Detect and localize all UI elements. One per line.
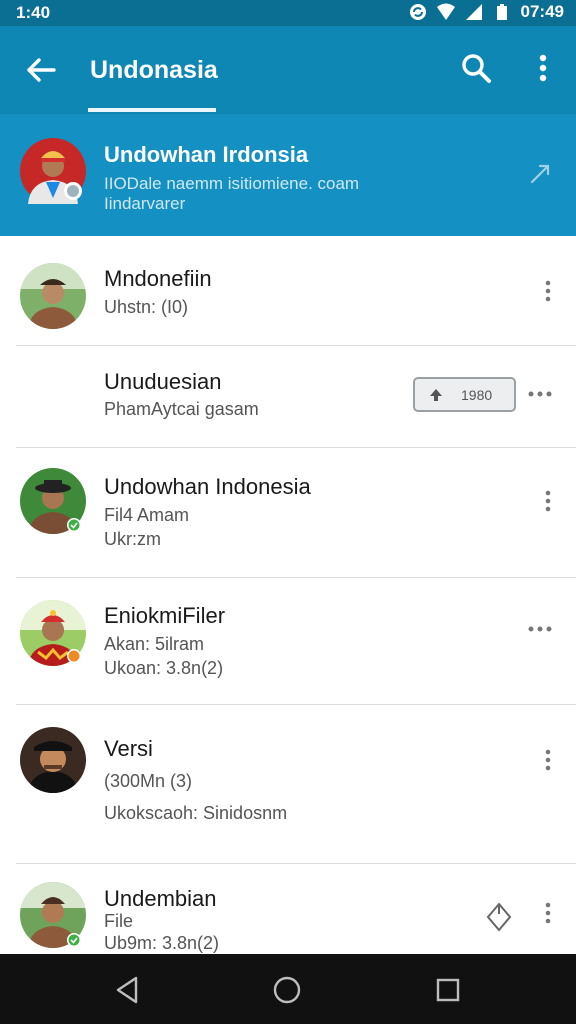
upload-icon	[430, 388, 442, 401]
list-item[interactable]: Undembian File Ub9m: 3.8n(2)	[0, 864, 576, 954]
chevron-right-icon[interactable]	[528, 160, 552, 186]
more-horiz-icon[interactable]	[527, 624, 553, 634]
back-arrow-icon[interactable]	[20, 50, 60, 90]
status-icons: 07:49	[409, 2, 564, 22]
contact-detail-2: Ukr:zm	[104, 529, 161, 549]
more-vert-icon[interactable]	[543, 280, 553, 302]
system-nav-bar	[0, 954, 576, 1024]
tag-icon[interactable]	[486, 902, 512, 932]
contact-detail: Fil4 Amam	[104, 505, 190, 525]
contact-detail: File	[104, 911, 134, 931]
contact-name: Mndonefiin	[104, 266, 212, 291]
avatar	[20, 600, 86, 666]
list-item[interactable]: EniokmiFiler Akan: 5ilram Ukoan: 3.8n(2)	[0, 578, 576, 705]
avatar	[20, 138, 86, 204]
contact-detail-2: Ukokscaoh: Sinidosnm	[104, 803, 288, 823]
contact-detail-2: Ukoan: 3.8n(2)	[104, 658, 224, 678]
featured-subtitle: IIODale naemm isitiomiene. coam	[104, 174, 360, 193]
contact-detail: PhamAytcai gasam	[104, 399, 259, 419]
sync-icon	[409, 4, 426, 20]
contact-name: EniokmiFiler	[104, 603, 226, 628]
contact-detail: Uhstn: (I0)	[104, 297, 189, 317]
contact-name: Versi	[104, 736, 153, 761]
contact-name: Undowhan Indonesia	[104, 474, 311, 499]
contact-detail: (300Mn (3)	[104, 771, 193, 791]
status-bar: 1:40 07:49	[0, 0, 576, 26]
avatar	[20, 263, 86, 329]
avatar	[20, 882, 86, 948]
contact-detail: Akan: 5ilram	[104, 634, 205, 654]
contact-name: Undembian	[104, 886, 217, 911]
more-vert-icon[interactable]	[543, 749, 553, 771]
contact-detail-2: Ub9m: 3.8n(2)	[104, 933, 220, 953]
contact-name: Unuduesian	[104, 369, 222, 394]
count-chip-value: 1980	[461, 386, 493, 403]
more-vert-icon[interactable]	[528, 48, 558, 88]
list-item[interactable]: Undowhan Indonesia Fil4 Amam Ukr:zm	[0, 448, 576, 578]
app-bar: Undonasia	[0, 26, 576, 114]
signal-icon	[465, 4, 482, 20]
more-horiz-icon[interactable]	[527, 389, 553, 399]
status-time: 1:40	[16, 3, 51, 22]
back-triangle-icon[interactable]	[112, 974, 144, 1006]
status-clock: 07:49	[520, 2, 564, 21]
more-vert-icon[interactable]	[543, 490, 553, 512]
more-vert-icon[interactable]	[543, 902, 553, 924]
featured-contact-card[interactable]: Undowhan Irdonsia IIODale naemm isitiomi…	[0, 114, 576, 236]
wifi-icon	[436, 3, 455, 20]
search-icon[interactable]	[456, 48, 496, 88]
battery-icon	[496, 4, 507, 20]
avatar	[20, 468, 86, 534]
count-chip[interactable]: 1980	[413, 377, 516, 412]
page-title: Undonasia	[90, 56, 218, 84]
list-item[interactable]: Versi (300Mn (3) Ukokscaoh: Sinidosnm	[0, 705, 576, 864]
list-item[interactable]: Mndonefiin Uhstn: (I0)	[0, 236, 576, 346]
recents-square-icon[interactable]	[432, 974, 464, 1006]
featured-subtitle-2: Iindarvarer	[104, 194, 186, 213]
home-circle-icon[interactable]	[271, 974, 303, 1006]
list-item[interactable]: Unuduesian PhamAytcai gasam 1980	[0, 346, 576, 448]
title-tab-indicator	[88, 108, 216, 112]
avatar	[20, 727, 86, 793]
featured-name: Undowhan Irdonsia	[104, 142, 309, 167]
